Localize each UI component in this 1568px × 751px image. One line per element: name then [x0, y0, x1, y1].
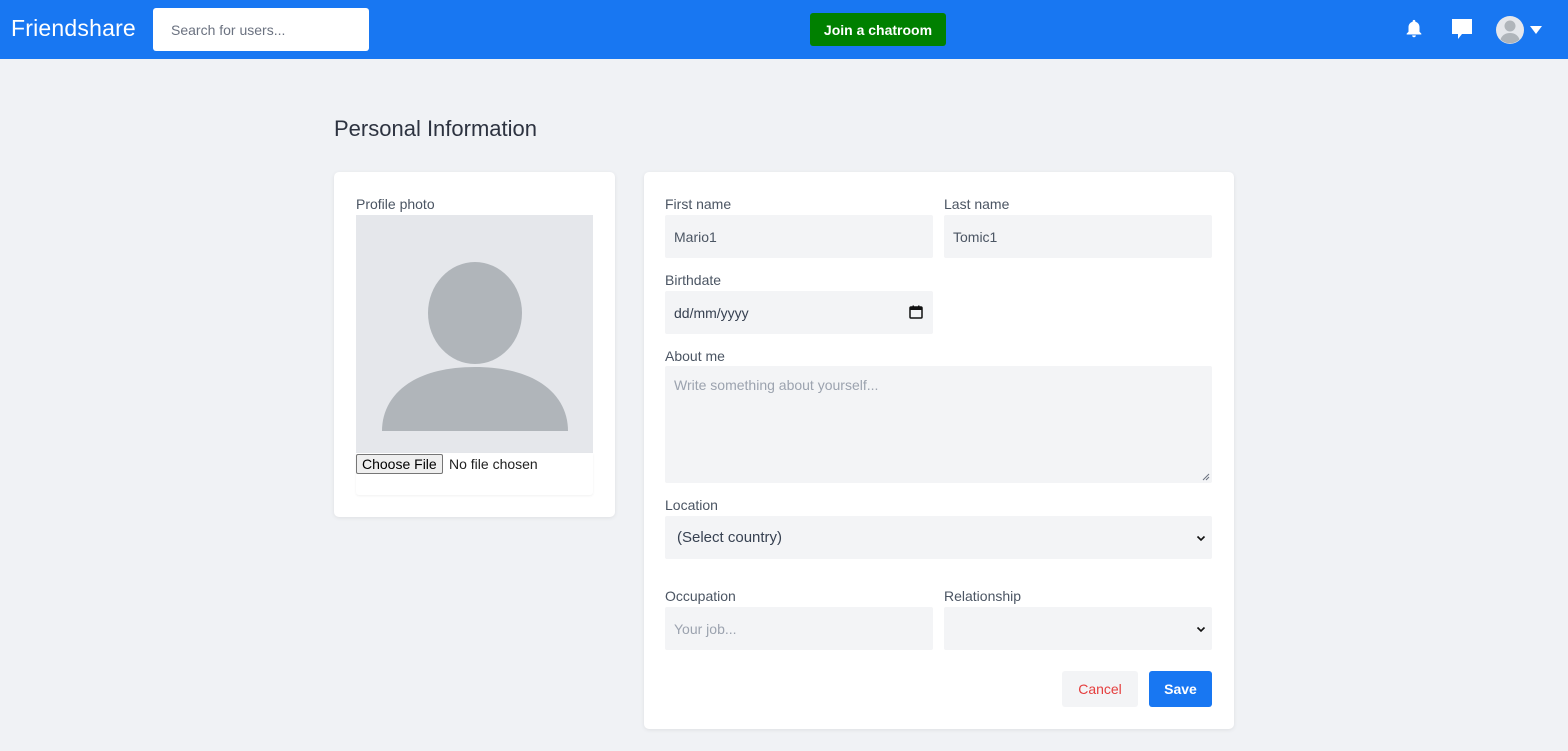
user-menu[interactable] [1496, 15, 1542, 45]
calendar-icon[interactable] [909, 305, 923, 319]
default-avatar-icon [382, 262, 568, 431]
personal-info-form: First name Last name Birthdate dd/mm/yyy… [644, 172, 1234, 729]
chevron-down-icon [1196, 626, 1206, 632]
first-name-field[interactable] [665, 215, 933, 258]
about-me-textarea[interactable] [665, 366, 1212, 483]
caret-down-icon [1530, 26, 1542, 34]
brand-logo[interactable]: Friendshare [11, 15, 136, 42]
choose-file-button[interactable]: Choose File [356, 454, 443, 474]
birthdate-label: Birthdate [665, 272, 722, 288]
join-chatroom-button[interactable]: Join a chatroom [810, 13, 946, 46]
save-button[interactable]: Save [1149, 671, 1212, 707]
birthdate-field[interactable]: dd/mm/yyyy [665, 291, 933, 334]
first-name-label: First name [665, 196, 732, 212]
chevron-down-icon [1196, 535, 1206, 541]
profile-photo-label: Profile photo [356, 196, 435, 212]
location-label: Location [665, 497, 718, 513]
about-me-label: About me [665, 348, 725, 364]
search-input[interactable] [153, 8, 369, 51]
relationship-select[interactable] [944, 607, 1212, 650]
file-status: No file chosen [449, 456, 538, 472]
last-name-field[interactable] [944, 215, 1212, 258]
avatar-icon [1496, 16, 1524, 44]
location-selected-value: (Select country) [677, 529, 783, 546]
chat-icon[interactable] [1450, 17, 1474, 41]
cancel-button[interactable]: Cancel [1062, 671, 1138, 707]
resize-grip-icon[interactable] [1202, 473, 1210, 481]
bell-icon[interactable] [1403, 18, 1425, 40]
birthdate-placeholder: dd/mm/yyyy [674, 304, 749, 321]
occupation-field[interactable] [665, 607, 933, 650]
file-input[interactable]: Choose File No file chosen [356, 453, 593, 495]
location-select[interactable]: (Select country) [665, 516, 1212, 559]
occupation-label: Occupation [665, 588, 736, 604]
profile-photo-card: Profile photo Choose File No file chosen [334, 172, 615, 517]
relationship-label: Relationship [944, 588, 1022, 604]
profile-photo-preview [356, 215, 593, 453]
page-title: Personal Information [334, 116, 537, 141]
top-navbar: Friendshare Join a chatroom [0, 0, 1568, 59]
last-name-label: Last name [944, 196, 1010, 212]
